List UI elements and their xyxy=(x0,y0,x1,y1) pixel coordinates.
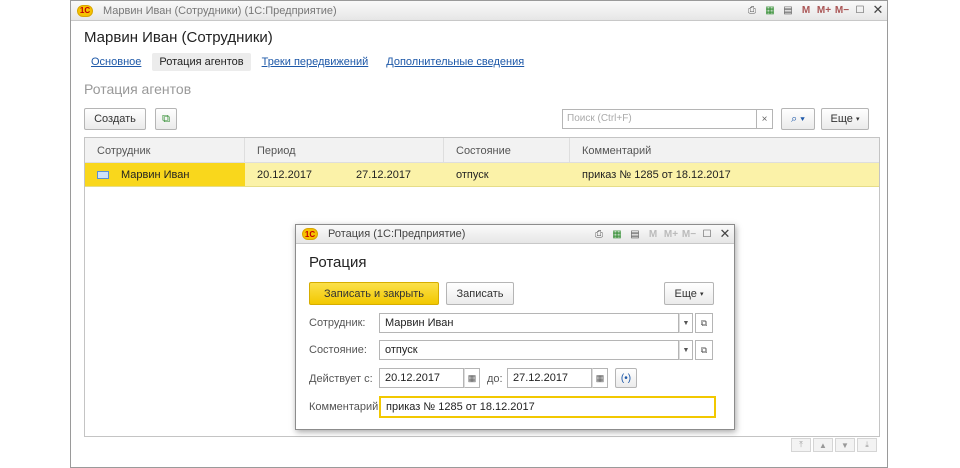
cell-employee[interactable]: Марвин Иван xyxy=(85,163,245,186)
tab-additional-info[interactable]: Дополнительные сведения xyxy=(379,53,531,71)
record-icon xyxy=(97,170,109,179)
chevron-down-icon: ▾ xyxy=(855,116,860,123)
memory-plus-button[interactable]: M+ xyxy=(664,227,678,241)
valid-to-field[interactable]: 27.12.2017 xyxy=(507,368,592,388)
dialog-window-title: Ротация (1С:Предприятие) xyxy=(328,228,466,240)
print-icon[interactable]: ⎙ xyxy=(745,3,759,17)
employee-dropdown-icon[interactable]: ▼ xyxy=(679,313,693,333)
page-title: Марвин Иван (Сотрудники) xyxy=(84,29,273,46)
state-field[interactable]: отпуск xyxy=(379,340,679,360)
rotation-dialog: 1C Ротация (1С:Предприятие) ⎙ ▦ ▤ M M+ M… xyxy=(295,224,735,430)
dialog-more-label: Еще xyxy=(674,287,697,300)
calendar-icon[interactable]: ▤ xyxy=(781,3,795,17)
column-state[interactable]: Состояние xyxy=(444,138,570,162)
chevron-down-icon: ▾ xyxy=(699,290,704,298)
cell-period-to[interactable]: 27.12.2017 xyxy=(344,163,444,186)
last-row-icon[interactable]: ⤓ xyxy=(857,438,877,452)
first-row-icon[interactable]: ⤒ xyxy=(791,438,811,452)
column-period[interactable]: Период xyxy=(245,138,444,162)
section-title: Ротация агентов xyxy=(84,81,192,97)
memory-minus-button[interactable]: M− xyxy=(682,227,696,241)
print-icon[interactable]: ⎙ xyxy=(592,227,606,241)
valid-to-calendar-icon[interactable]: ▦ xyxy=(592,368,608,388)
table-navigation: ⤒ ▲ ▼ ⤓ xyxy=(791,438,877,452)
tab-agent-rotation[interactable]: Ротация агентов xyxy=(152,53,251,71)
more-button[interactable]: Еще ▾ xyxy=(821,108,869,130)
form-tabs: Основное Ротация агентов Треки передвиже… xyxy=(84,53,531,71)
memory-plus-button[interactable]: M+ xyxy=(817,3,831,17)
1c-logo-icon: 1C xyxy=(77,4,93,17)
next-row-icon[interactable]: ▼ xyxy=(835,438,855,452)
valid-from-calendar-icon[interactable]: ▦ xyxy=(464,368,480,388)
calculator-icon[interactable]: ▦ xyxy=(610,227,624,241)
memory-button[interactable]: M xyxy=(646,227,660,241)
cell-period-from[interactable]: 20.12.2017 xyxy=(245,163,344,186)
maximize-icon[interactable]: ☐ xyxy=(700,227,714,241)
memory-button[interactable]: M xyxy=(799,3,813,17)
state-dropdown-icon[interactable]: ▼ xyxy=(679,340,693,360)
dialog-more-button[interactable]: Еще ▾ xyxy=(664,282,714,305)
comment-label: Комментарий: xyxy=(309,401,382,413)
tab-main[interactable]: Основное xyxy=(84,53,148,71)
comment-field[interactable]: приказ № 1285 от 18.12.2017 xyxy=(379,396,716,418)
period-select-icon[interactable]: (•) xyxy=(615,368,637,388)
table-row[interactable]: Марвин Иван 20.12.2017 27.12.2017 отпуск… xyxy=(85,163,879,187)
create-button[interactable]: Создать xyxy=(84,108,146,130)
1c-logo-icon: 1C xyxy=(302,228,318,240)
memory-minus-button[interactable]: M− xyxy=(835,3,849,17)
employee-label: Сотрудник: xyxy=(309,317,366,329)
search-icon[interactable]: ⌕ ▾ xyxy=(781,108,815,130)
main-titlebar: 1C Марвин Иван (Сотрудники) (1С:Предприя… xyxy=(71,1,887,21)
employee-field[interactable]: Марвин Иван xyxy=(379,313,679,333)
tab-movement-tracks[interactable]: Треки передвижений xyxy=(255,53,376,71)
search-input[interactable]: Поиск (Ctrl+F) xyxy=(562,109,757,129)
maximize-icon[interactable]: ☐ xyxy=(853,3,867,17)
cell-comment[interactable]: приказ № 1285 от 18.12.2017 xyxy=(570,163,879,186)
close-icon[interactable]: ✕ xyxy=(871,2,885,17)
cell-employee-text: Марвин Иван xyxy=(121,168,190,181)
valid-from-label: Действует с: xyxy=(309,373,373,385)
dialog-titlebar: 1C Ротация (1С:Предприятие) ⎙ ▦ ▤ M M+ M… xyxy=(296,225,734,244)
column-comment[interactable]: Комментарий xyxy=(570,138,879,162)
clear-search-icon[interactable]: × xyxy=(757,109,773,129)
to-label: до: xyxy=(487,373,503,385)
cell-state[interactable]: отпуск xyxy=(444,163,570,186)
state-open-icon[interactable]: ⧉ xyxy=(695,340,713,360)
save-and-close-button[interactable]: Записать и закрыть xyxy=(309,282,439,305)
employee-open-icon[interactable]: ⧉ xyxy=(695,313,713,333)
dialog-heading: Ротация xyxy=(309,254,367,271)
calculator-icon[interactable]: ▦ xyxy=(763,3,777,17)
state-label: Состояние: xyxy=(309,344,367,356)
column-employee[interactable]: Сотрудник xyxy=(85,138,245,162)
table-header: Сотрудник Период Состояние Комментарий xyxy=(85,138,879,163)
window-title: Марвин Иван (Сотрудники) (1С:Предприятие… xyxy=(103,4,337,17)
prev-row-icon[interactable]: ▲ xyxy=(813,438,833,452)
valid-from-field[interactable]: 20.12.2017 xyxy=(379,368,464,388)
calendar-icon[interactable]: ▤ xyxy=(628,227,642,241)
close-icon[interactable]: ✕ xyxy=(718,226,732,241)
copy-add-icon[interactable]: ⧉ xyxy=(155,108,177,130)
more-label: Еще xyxy=(830,113,853,125)
save-button[interactable]: Записать xyxy=(446,282,514,305)
